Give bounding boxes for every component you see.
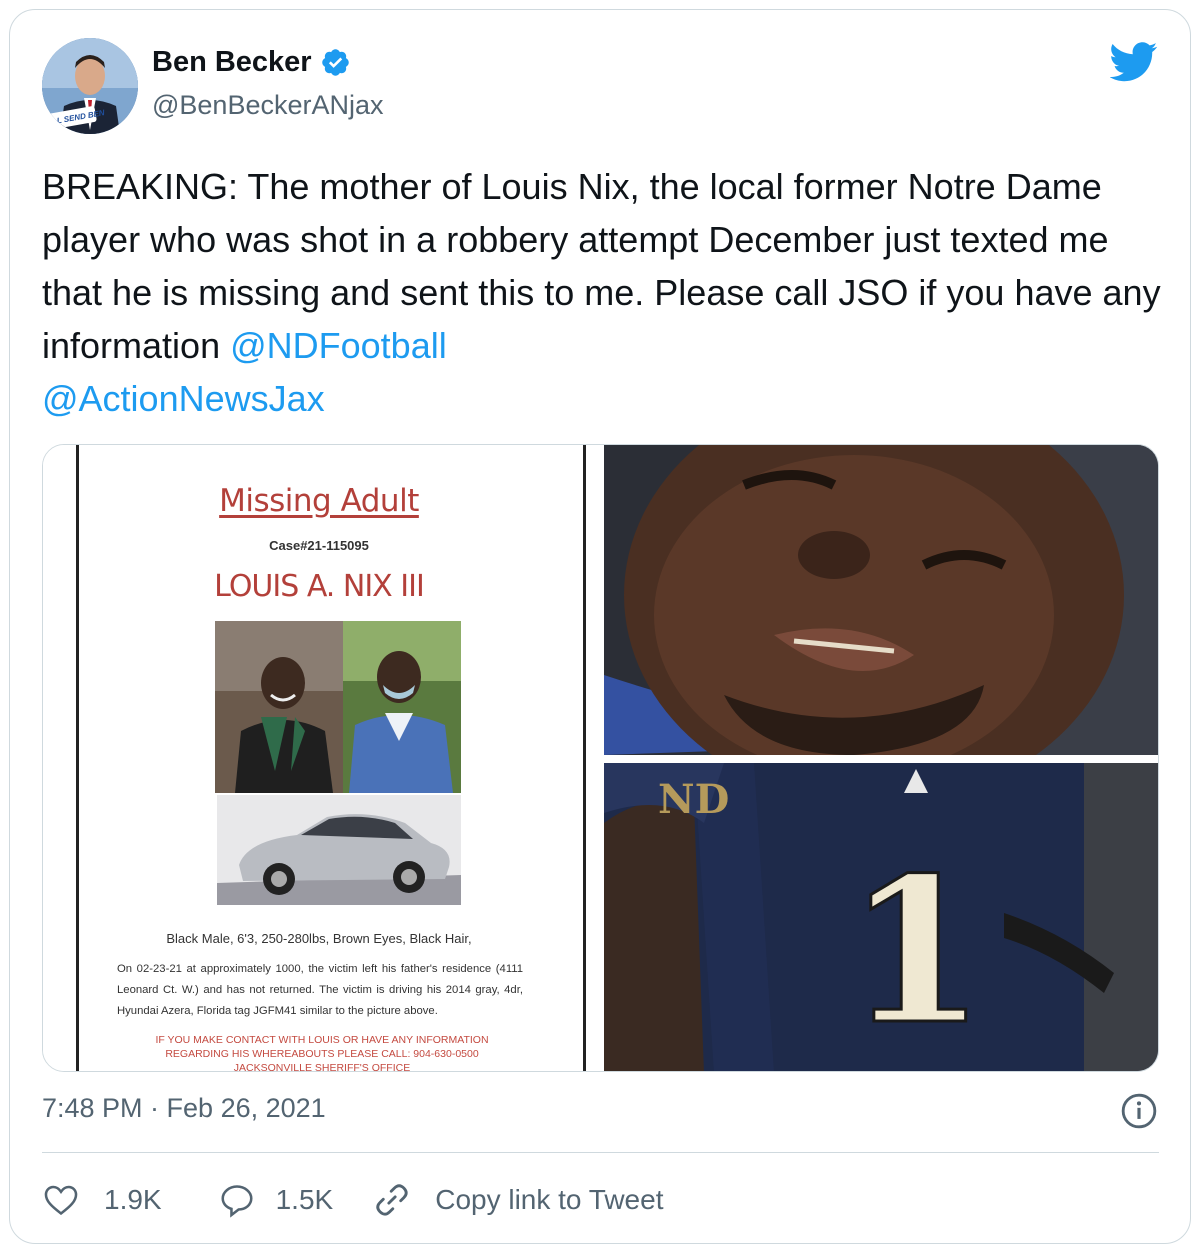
- heart-icon: [44, 1185, 78, 1216]
- media-divider-horizontal: [604, 755, 1158, 763]
- mention-actionnewsjax[interactable]: @ActionNewsJax: [42, 378, 325, 419]
- poster-body: On 02-23-21 at approximately 1000, the v…: [117, 963, 523, 1017]
- reply-icon: [221, 1185, 253, 1218]
- tweet-body: BREAKING: The mother of Louis Nix, the l…: [42, 166, 1161, 366]
- poster-case-number: Case#21-115095: [269, 538, 369, 553]
- author-name[interactable]: Ben Becker: [152, 46, 312, 79]
- media-divider-vertical: [595, 445, 604, 1071]
- like-count: 1.9K: [104, 1184, 162, 1215]
- poster-photo-2: [343, 621, 461, 793]
- twitter-bird-icon[interactable]: [1110, 42, 1158, 82]
- tweet-actions: 1.9K 1.5K Copy link to Tweet: [42, 1176, 663, 1224]
- missing-poster[interactable]: Missing Adult Case#21-115095 LOUIS A. NI…: [43, 445, 595, 1072]
- poster-warning: IF YOU MAKE CONTACT WITH LOUIS OR HAVE A…: [155, 1034, 489, 1072]
- poster-description: Black Male, 6'3, 250-280lbs, Brown Eyes,…: [166, 931, 472, 946]
- copy-link-label: Copy link to Tweet: [435, 1184, 664, 1215]
- avatar[interactable]: WE'LL SEND BEN: [42, 38, 138, 134]
- link-icon: [376, 1184, 408, 1216]
- poster-name: LOUIS A. NIX III: [214, 569, 425, 604]
- author-name-row[interactable]: Ben Becker: [152, 46, 351, 79]
- reply-button[interactable]: 1.5K: [218, 1181, 334, 1219]
- poster-title: Missing Adult: [219, 483, 419, 519]
- like-button[interactable]: 1.9K: [42, 1181, 162, 1219]
- copy-link-button[interactable]: Copy link to Tweet: [373, 1181, 663, 1219]
- mention-ndfootball[interactable]: @NDFootball: [230, 325, 447, 366]
- tweet-media[interactable]: Missing Adult Case#21-115095 LOUIS A. NI…: [42, 444, 1159, 1072]
- media-photo-face[interactable]: [604, 445, 1158, 755]
- poster-photo-1: [215, 621, 343, 793]
- svg-text:ND: ND: [658, 776, 729, 823]
- avatar-photo: WE'LL SEND BEN: [42, 38, 138, 134]
- media-photo-jersey[interactable]: ND 1: [604, 763, 1158, 1071]
- action-separator: [42, 1152, 1159, 1153]
- author-handle[interactable]: @BenBeckerANjax: [152, 90, 384, 121]
- poster-car-photo: [217, 795, 461, 905]
- info-icon[interactable]: [1120, 1092, 1158, 1130]
- tweet-timestamp[interactable]: 7:48 PM · Feb 26, 2021: [42, 1093, 326, 1124]
- reply-count: 1.5K: [275, 1184, 334, 1215]
- verified-badge-icon: [321, 49, 349, 76]
- tweet-text: BREAKING: The mother of Louis Nix, the l…: [42, 160, 1162, 425]
- jersey-number: 1: [846, 834, 985, 1069]
